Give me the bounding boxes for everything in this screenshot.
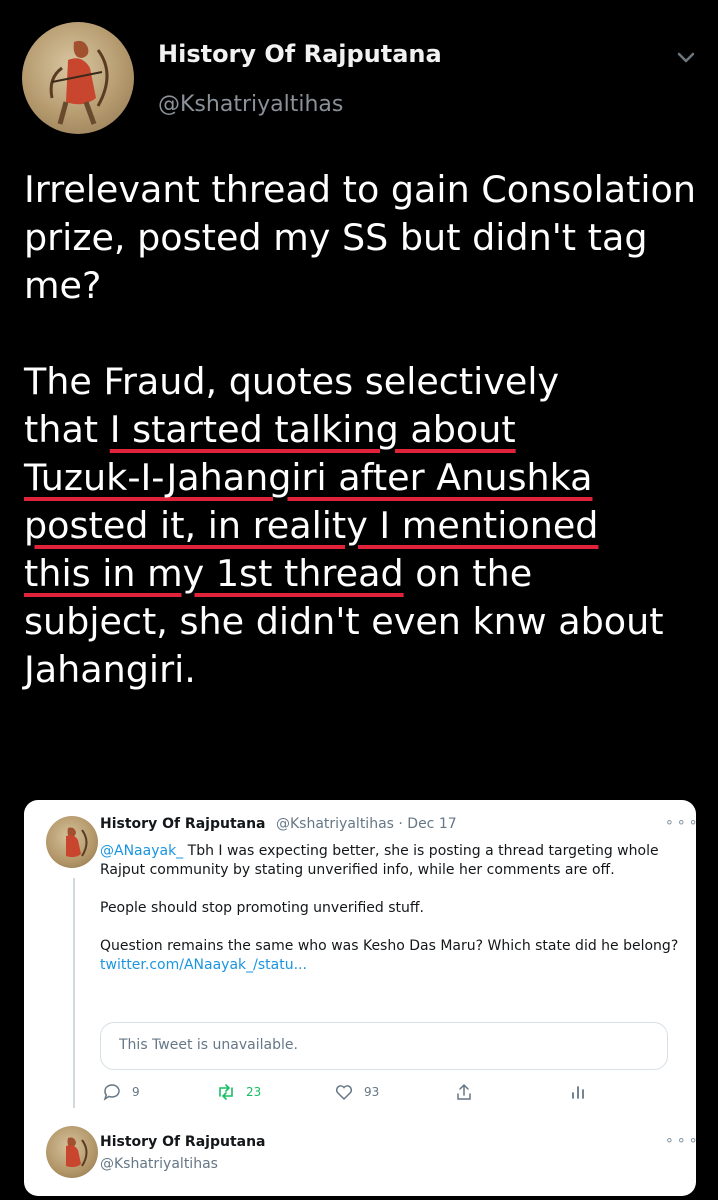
tweet-paragraph-1: Irrelevant thread to gain Consolation pr… — [24, 168, 697, 307]
tweet-line: subject, she didn't even knw about — [24, 600, 664, 643]
thread-connector — [73, 878, 75, 1108]
share-button[interactable] — [454, 1080, 474, 1104]
embedded-tweet-body: @ANaayak_ Tbh I was expecting better, sh… — [100, 842, 680, 975]
like-button[interactable]: 93 — [334, 1080, 379, 1104]
heart-icon — [335, 1085, 353, 1101]
embedded-handle-date: @Kshatriyaltihas · Dec 17 — [276, 816, 457, 832]
tweet-line: Tuzuk-I-Jahangiri after Anushka — [24, 454, 704, 502]
warrior-painting-icon — [66, 827, 88, 858]
warrior-painting-icon — [66, 1137, 88, 1168]
tweet-line: that I started talking about — [24, 406, 704, 454]
embedded-screenshot[interactable]: History Of Rajputana @Kshatriyaltihas · … — [24, 800, 696, 1196]
user-handle[interactable]: @Kshatriyaltihas — [158, 92, 343, 117]
mention-link[interactable]: @ANaayak_ — [100, 843, 183, 859]
display-name[interactable]: History Of Rajputana — [158, 40, 442, 68]
profile-avatar[interactable] — [22, 22, 134, 134]
share-icon — [457, 1083, 471, 1100]
underlined-text: I started talking about — [109, 408, 516, 451]
body-line: Question remains the same who was Kesho … — [100, 937, 680, 975]
reply-display-name[interactable]: History Of Rajputana — [100, 1134, 266, 1150]
tweet-text-span: on the — [403, 552, 533, 595]
body-line: People should stop promoting unverified … — [100, 900, 424, 916]
body-text: Tbh I was expecting better, she is posti… — [100, 843, 659, 878]
tweet-line: Jahangiri. — [24, 648, 196, 691]
tweet-line: The Fraud, quotes selectively — [24, 360, 560, 403]
analytics-button[interactable] — [568, 1080, 588, 1104]
underlined-text: posted it, in reality I mentioned — [24, 504, 599, 547]
like-count: 93 — [364, 1085, 380, 1099]
reply-button[interactable]: 9 — [102, 1080, 140, 1104]
tweet-text-span: that — [24, 408, 110, 451]
embedded-display-name[interactable]: History Of Rajputana — [100, 816, 266, 832]
analytics-icon — [572, 1086, 584, 1099]
reply-avatar[interactable] — [46, 1126, 98, 1178]
underlined-text: this in my 1st thread — [24, 552, 404, 595]
body-text: Question remains the same who was Kesho … — [100, 938, 679, 954]
warrior-painting-icon — [49, 40, 109, 125]
retweet-button[interactable]: 23 — [216, 1080, 261, 1104]
more-options-icon[interactable]: ⚬⚬⚬ — [664, 816, 696, 831]
reply-count: 9 — [132, 1085, 140, 1099]
reply-icon — [103, 1084, 120, 1101]
status-link[interactable]: twitter.com/ANaayak_/statu... — [100, 957, 307, 973]
tweet-line: posted it, in reality I mentioned — [24, 502, 704, 550]
reply-handle: @Kshatriyaltihas — [100, 1156, 218, 1172]
body-line: @ANaayak_ Tbh I was expecting better, sh… — [100, 842, 680, 880]
chevron-down-icon[interactable] — [672, 44, 700, 72]
retweet-count: 23 — [246, 1085, 262, 1099]
more-options-icon[interactable]: ⚬⚬⚬ — [664, 1134, 696, 1149]
underlined-text: Tuzuk-I-Jahangiri after Anushka — [24, 456, 593, 499]
unavailable-quote: This Tweet is unavailable. — [100, 1022, 668, 1070]
tweet-line: this in my 1st thread on the — [24, 550, 704, 598]
embedded-avatar[interactable] — [46, 816, 98, 868]
tweet-text: Irrelevant thread to gain Consolation pr… — [24, 166, 704, 694]
retweet-icon — [219, 1084, 233, 1100]
tweet-header: History Of Rajputana @Kshatriyaltihas — [0, 0, 718, 150]
